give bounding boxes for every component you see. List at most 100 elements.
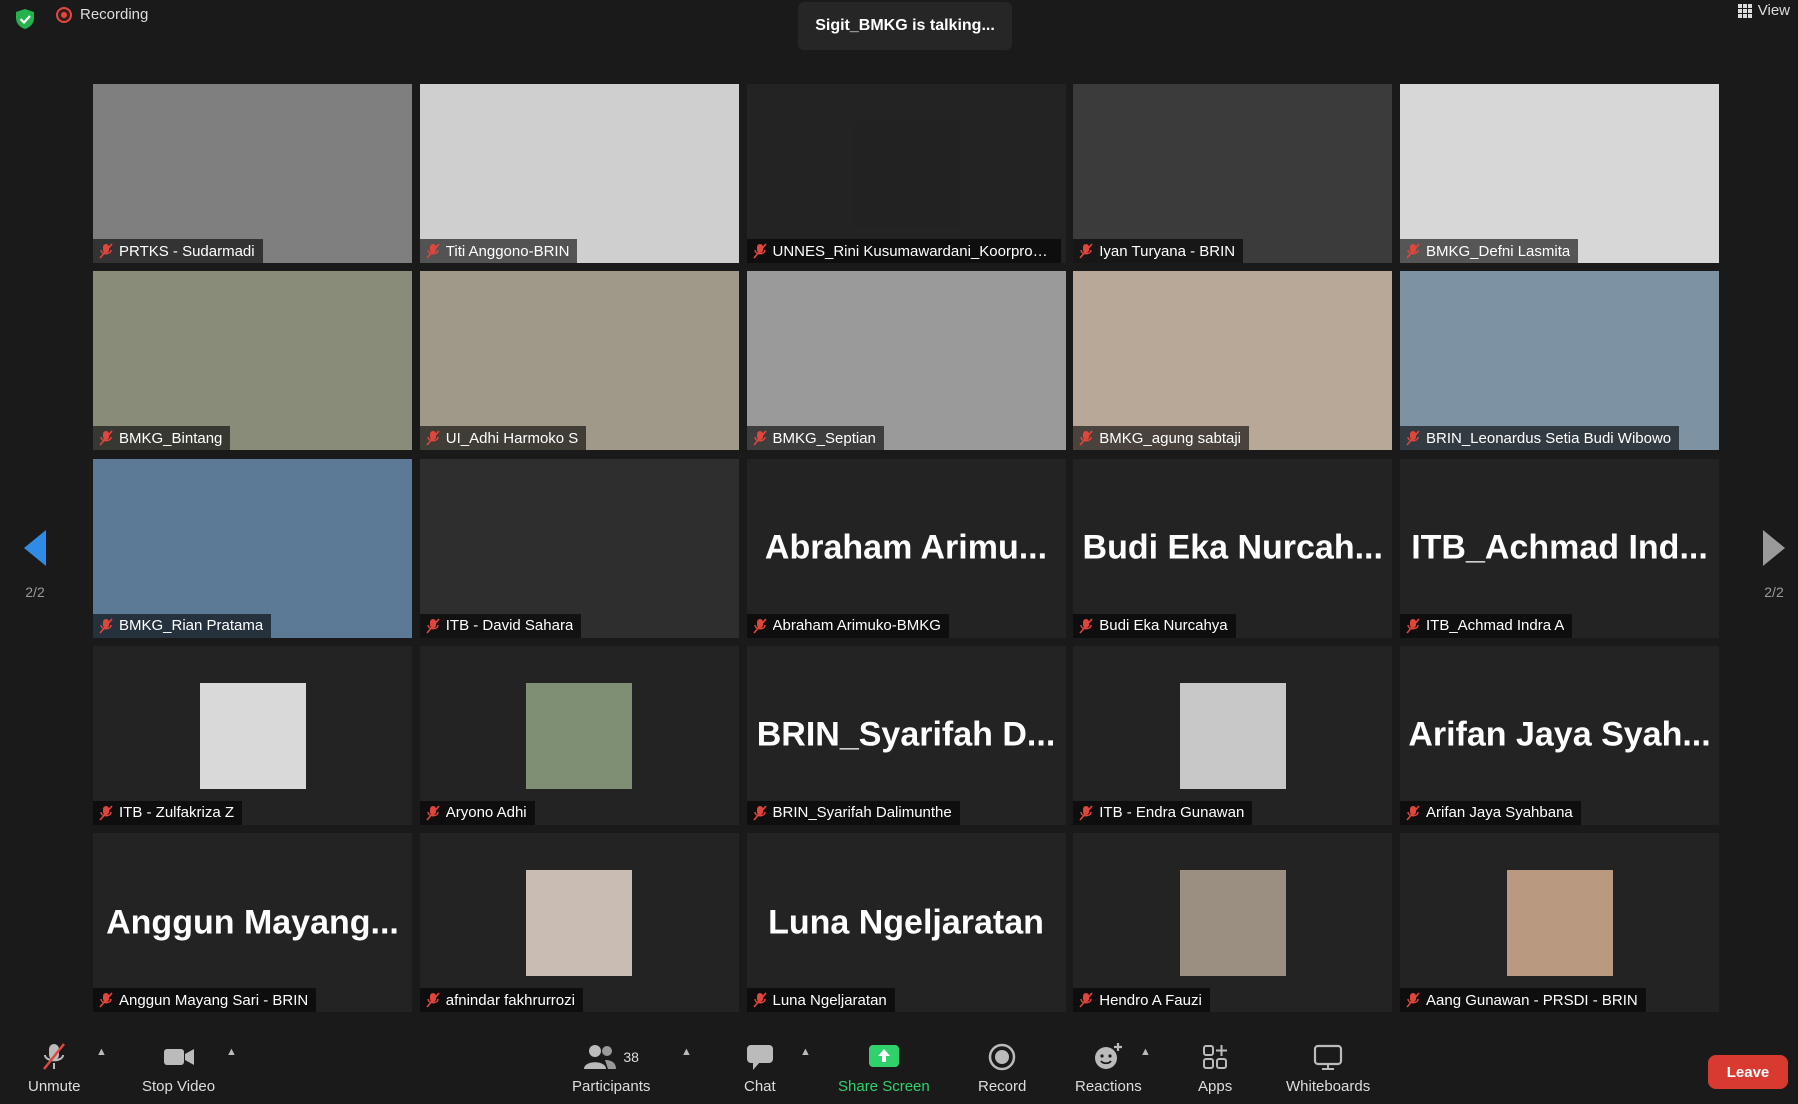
mic-muted-icon [752,243,767,259]
reactions-label: Reactions [1075,1078,1142,1095]
participant-name-tag: Arifan Jaya Syahbana [1400,800,1581,825]
participant-tile[interactable]: Aang Gunawan - PRSDI - BRIN [1400,833,1719,1012]
recording-label: Recording [80,6,149,23]
participant-name: Luna Ngeljaratan [772,991,887,1009]
participant-tile[interactable]: Luna Ngeljaratan Luna Ngeljaratan [746,833,1066,1012]
view-button[interactable]: View [1737,2,1790,19]
participant-tile[interactable]: Titi Anggono-BRIN [419,84,739,263]
mic-muted-icon [43,1043,66,1070]
participant-name-tag: Aang Gunawan - PRSDI - BRIN [1400,988,1646,1012]
participant-tile[interactable]: ITB - Endra Gunawan [1073,645,1393,825]
stop-video-button[interactable]: Stop Video [142,1042,215,1095]
participant-tile[interactable]: BMKG_Defni Lasmita [1400,84,1719,263]
participant-tile[interactable]: BRIN_Leonardus Setia Budi Wibowo [1400,271,1719,451]
recording-indicator[interactable]: Recording [56,6,148,23]
mic-muted-icon [1079,243,1093,259]
participant-name-tag: ITB - Zulfakriza Z [93,800,243,825]
participant-tile[interactable]: Abraham Arimu... Abraham Arimuko-BMKG [746,458,1066,638]
participant-name: Budi Eka Nurcahya [1099,617,1228,634]
chevron-up-icon[interactable]: ▲ [96,1046,107,1058]
participants-button[interactable]: 38 Participants [572,1042,650,1095]
participant-name-tag: Iyan Turyana - BRIN [1073,239,1244,263]
shield-check-icon[interactable] [14,8,36,30]
participant-display-name: ITB_Achmad Ind... [1411,528,1708,567]
participant-tile[interactable]: Anggun Mayang... Anggun Mayang Sari - BRI… [93,833,412,1012]
participant-tile[interactable]: BRIN_Syarifah D... BRIN_Syarifah Dalimunt… [746,645,1066,825]
apps-button[interactable]: Apps [1198,1042,1232,1095]
participant-name-tag: Titi Anggono-BRIN [419,239,578,263]
participant-tile[interactable]: Arifan Jaya Syah... Arifan Jaya Syahbana [1400,645,1719,825]
record-button[interactable]: Record [978,1042,1026,1095]
next-page-control[interactable]: 2/2 [1749,528,1798,600]
mic-muted-icon [1406,430,1420,446]
share-screen-button[interactable]: Share Screen [838,1042,930,1095]
unmute-button[interactable]: Unmute [28,1042,81,1095]
participant-tile[interactable]: BMKG_Septian [746,271,1066,451]
leave-button[interactable]: Leave [1708,1055,1788,1089]
participant-name-tag: BMKG_Defni Lasmita [1400,239,1579,263]
participant-name-tag: Abraham Arimuko-BMKG [746,613,949,638]
mic-muted-icon [426,992,440,1008]
chat-button[interactable]: Chat [744,1042,776,1095]
mic-muted-icon [99,805,113,821]
chevron-up-icon[interactable]: ▲ [800,1046,811,1058]
mic-muted-icon [752,992,767,1008]
participant-name: UNNES_Rini Kusumawardani_Koorprod... [772,242,1053,260]
mic-muted-icon [1406,243,1420,259]
participant-name-tag: ITB - David Sahara [419,613,582,638]
reactions-button[interactable]: Reactions [1075,1042,1142,1095]
participant-name: Hendro A Fauzi [1099,991,1202,1009]
view-label: View [1757,2,1790,19]
participant-tile[interactable]: afnindar fakhrurrozi [419,833,739,1012]
mic-muted-icon [426,430,440,446]
participant-name-tag: BMKG_Septian [746,426,884,451]
mic-muted-icon [752,805,767,821]
participant-tile[interactable]: UNNES_Rini Kusumawardani_Koorprod... [746,84,1066,263]
active-speaker-banner: Sigit_BMKG is talking... [798,2,1012,50]
participant-tile[interactable]: PRTKS - Sudarmadi [93,84,412,263]
participant-display-name: Arifan Jaya Syah... [1408,715,1711,754]
mic-muted-icon [752,617,767,634]
apps-label: Apps [1198,1078,1233,1095]
participant-tile[interactable]: BMKG_agung sabtaji [1073,271,1393,451]
participant-name-tag: UNNES_Rini Kusumawardani_Koorprod... [746,239,1061,263]
participant-tile[interactable]: UI_Adhi Harmoko S [419,271,739,451]
chat-bubble-icon [746,1045,773,1070]
arrow-left-icon[interactable] [22,528,48,568]
record-label: Record [978,1078,1027,1095]
whiteboards-button[interactable]: Whiteboards [1286,1042,1370,1095]
participant-tile[interactable]: Aryono Adhi [419,645,739,825]
participant-name: BMKG_Bintang [119,429,223,447]
participant-name-tag: BRIN_Leonardus Setia Budi Wibowo [1400,426,1680,451]
participants-icon [584,1045,617,1069]
chevron-up-icon[interactable]: ▲ [226,1046,237,1058]
participant-name-tag: UI_Adhi Harmoko S [419,426,587,451]
gallery-grid: PRTKS - Sudarmadi Titi Anggono-BRIN UNNES_… [93,84,1719,1012]
chevron-up-icon[interactable]: ▲ [681,1046,692,1058]
participant-tile[interactable]: BMKG_Rian Pratama [93,458,412,638]
participant-name: BMKG_Septian [772,429,876,447]
record-icon [988,1043,1016,1071]
prev-page-control[interactable]: 2/2 [10,528,60,600]
participant-tile[interactable]: Hendro A Fauzi [1073,833,1393,1012]
stop-video-label: Stop Video [142,1078,216,1095]
chevron-up-icon[interactable]: ▲ [1140,1046,1151,1058]
participant-tile[interactable]: ITB - Zulfakriza Z [93,645,412,825]
participant-name: afnindar fakhrurrozi [445,991,575,1009]
mic-muted-icon [426,617,440,634]
mic-muted-icon [1406,617,1420,634]
arrow-right-icon[interactable] [1761,528,1787,568]
participant-tile[interactable]: BMKG_Bintang [93,271,412,451]
mic-muted-icon [99,430,113,446]
participant-tile[interactable]: ITB - David Sahara [419,458,739,638]
participant-name: BRIN_Leonardus Setia Budi Wibowo [1426,429,1672,447]
whiteboards-label: Whiteboards [1286,1078,1371,1095]
mic-muted-icon [1079,430,1093,446]
participant-tile[interactable]: ITB_Achmad Ind... ITB_Achmad Indra A [1400,458,1719,638]
profile-photo [1179,682,1286,789]
participant-tile[interactable]: Iyan Turyana - BRIN [1073,84,1393,263]
mic-muted-icon [426,243,440,259]
participant-name: ITB - Zulfakriza Z [119,804,235,822]
participant-name-tag: Hendro A Fauzi [1073,988,1210,1012]
participant-tile[interactable]: Budi Eka Nurcah... Budi Eka Nurcahya [1073,458,1393,638]
